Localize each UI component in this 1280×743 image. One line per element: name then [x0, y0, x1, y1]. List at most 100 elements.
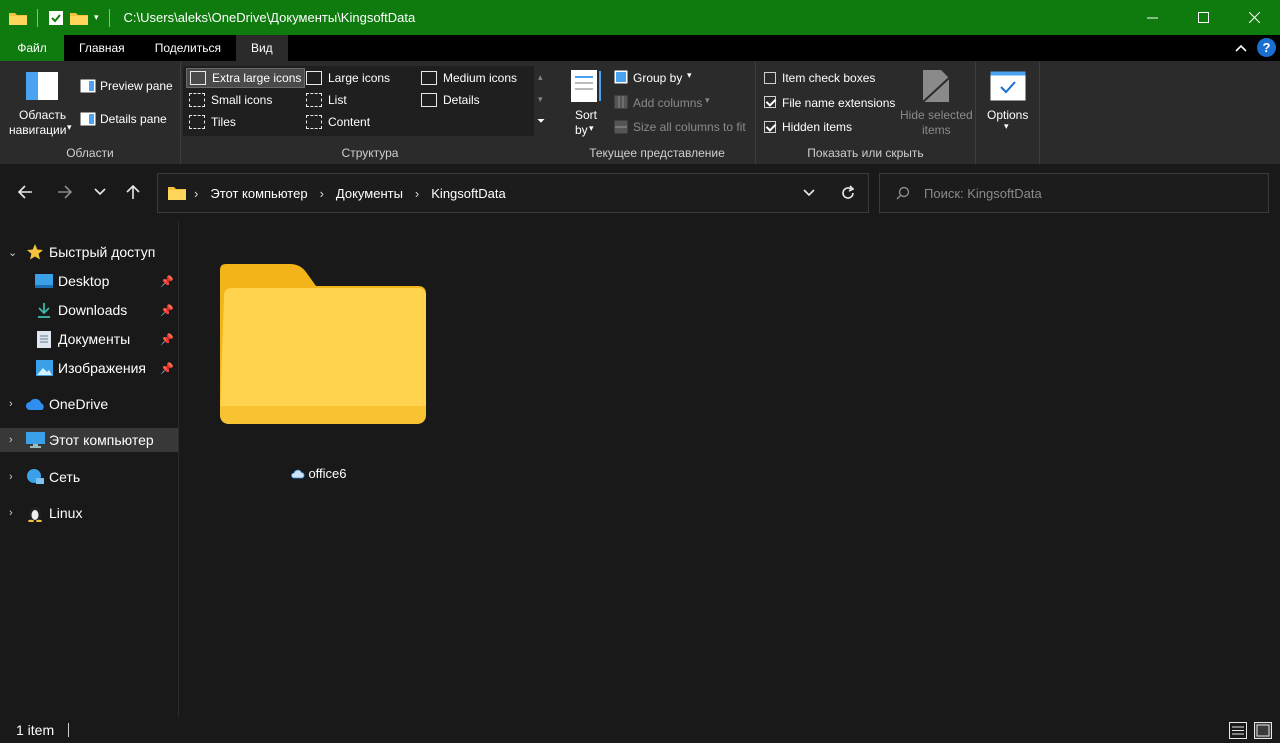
address-dropdown-icon[interactable] — [803, 189, 815, 197]
properties-icon[interactable] — [48, 10, 64, 26]
help-icon[interactable]: ? — [1257, 38, 1276, 57]
tab-view[interactable]: Вид — [235, 35, 288, 61]
options-button[interactable]: Options — [987, 108, 1028, 122]
pin-icon[interactable]: 📌 — [160, 275, 174, 288]
pin-icon[interactable]: 📌 — [160, 362, 174, 375]
navigation-bar: › Этот компьютер › Документы › KingsoftD… — [0, 164, 1280, 222]
nav-pane-label-2[interactable]: навигации — [9, 123, 66, 137]
layout-content[interactable]: Content — [303, 112, 373, 132]
gallery-more-icon[interactable]: ⏷ — [537, 116, 545, 127]
chevron-down-icon: ▾ — [687, 70, 692, 80]
breadcrumb-documents[interactable]: Документы — [336, 186, 403, 201]
window-controls — [1127, 0, 1280, 35]
refresh-icon[interactable] — [840, 185, 856, 201]
layout-list[interactable]: List — [303, 90, 350, 110]
list-item[interactable]: office6 — [214, 252, 426, 482]
hidden-items-label[interactable]: Hidden items — [782, 120, 852, 134]
sidebar-label: Изображения — [58, 360, 146, 376]
star-icon — [27, 244, 43, 260]
maximize-icon — [1198, 12, 1209, 23]
ribbon: Область навигации ▾ Preview pane Details… — [0, 61, 1280, 164]
gallery-down-icon[interactable]: ▾ — [538, 94, 543, 105]
sidebar-item-desktop[interactable]: Desktop 📌 — [0, 269, 178, 293]
breadcrumb-separator[interactable]: › — [415, 186, 419, 201]
close-button[interactable] — [1229, 0, 1280, 35]
small-icons-icon — [189, 93, 205, 107]
sidebar-label: Этот компьютер — [49, 432, 154, 448]
navigation-pane-icon[interactable] — [25, 71, 59, 101]
tab-file[interactable]: Файл — [0, 35, 64, 61]
nav-pane-label[interactable]: Область — [19, 108, 66, 122]
sidebar-item-linux[interactable]: › Linux — [0, 501, 178, 525]
file-name-extensions-label[interactable]: File name extensions — [782, 96, 895, 110]
up-icon[interactable] — [125, 184, 141, 200]
layout-details[interactable]: Details — [418, 90, 483, 110]
title-bar: ▾ C:\Users\aleks\OneDrive\Документы\King… — [0, 0, 1280, 35]
layout-tiles[interactable]: Tiles — [186, 112, 239, 132]
address-bar[interactable]: › Этот компьютер › Документы › KingsoftD… — [157, 173, 869, 213]
details-view-icon[interactable] — [1229, 722, 1247, 739]
item-check-boxes-label[interactable]: Item check boxes — [782, 71, 875, 85]
sort-by-label-2[interactable]: by — [575, 123, 588, 137]
group-by-button[interactable]: Group by — [633, 71, 682, 85]
add-columns-icon — [614, 95, 628, 109]
desktop-icon — [35, 274, 53, 288]
pin-icon[interactable]: 📌 — [160, 304, 174, 317]
layout-extra-large-icons[interactable]: Extra large icons — [186, 68, 306, 88]
details-pane-button[interactable]: Details pane — [100, 112, 167, 126]
sort-by-label[interactable]: Sort — [575, 108, 597, 122]
hidden-items-checkbox[interactable] — [764, 121, 776, 133]
breadcrumb-separator[interactable]: › — [194, 186, 198, 201]
hide-selected-label-2[interactable]: items — [922, 123, 951, 137]
tab-share[interactable]: Поделиться — [140, 35, 236, 61]
sidebar-item-pictures[interactable]: Изображения 📌 — [0, 356, 178, 380]
sidebar-item-this-pc[interactable]: › Этот компьютер — [0, 428, 178, 452]
sidebar-item-documents[interactable]: Документы 📌 — [0, 327, 178, 351]
sidebar-item-quick-access[interactable]: ⌄ Быстрый доступ — [0, 240, 178, 264]
hide-selected-label[interactable]: Hide selected — [900, 108, 973, 122]
forward-icon[interactable] — [57, 184, 73, 200]
gallery-up-icon[interactable]: ▴ — [538, 72, 543, 83]
layout-small-icons[interactable]: Small icons — [186, 90, 275, 110]
large-icons-view-icon[interactable] — [1254, 722, 1272, 739]
collapse-ribbon-icon[interactable] — [1235, 44, 1247, 52]
search-box[interactable]: Поиск: KingsoftData — [879, 173, 1269, 213]
add-columns-button[interactable]: Add columns — [633, 96, 702, 110]
network-icon — [27, 469, 44, 484]
chevron-right-icon[interactable]: › — [9, 507, 13, 519]
medium-icons-icon — [421, 71, 437, 85]
customize-toolbar-icon[interactable]: ▾ — [94, 12, 99, 23]
onedrive-icon — [26, 398, 44, 410]
preview-pane-button[interactable]: Preview pane — [100, 79, 173, 93]
chevron-right-icon[interactable]: › — [9, 434, 13, 446]
layout-large-icons[interactable]: Large icons — [303, 68, 393, 88]
sidebar-label: Документы — [58, 331, 131, 347]
chevron-down-icon[interactable]: ⌄ — [8, 246, 17, 259]
maximize-button[interactable] — [1178, 0, 1229, 35]
breadcrumb-this-pc[interactable]: Этот компьютер — [210, 186, 307, 201]
chevron-right-icon[interactable]: › — [9, 398, 13, 410]
show-hide-group: Item check boxes File name extensions Hi… — [756, 61, 976, 164]
sidebar-item-onedrive[interactable]: › OneDrive — [0, 392, 178, 416]
file-name-extensions-checkbox[interactable] — [764, 96, 776, 108]
sort-icon[interactable] — [570, 69, 602, 103]
new-folder-icon[interactable] — [70, 11, 88, 25]
sidebar-item-network[interactable]: › Сеть — [0, 465, 178, 489]
pin-icon[interactable]: 📌 — [160, 333, 174, 346]
hide-selected-icon[interactable] — [922, 69, 950, 103]
minimize-button[interactable] — [1127, 0, 1178, 35]
options-icon[interactable] — [990, 71, 1026, 101]
search-placeholder[interactable]: Поиск: KingsoftData — [924, 186, 1042, 201]
layout-medium-icons[interactable]: Medium icons — [418, 68, 520, 88]
breadcrumb-separator[interactable]: › — [320, 186, 324, 201]
file-list: office6 — [180, 222, 1280, 717]
item-check-boxes-checkbox[interactable] — [764, 72, 776, 84]
breadcrumb-kingsoftdata[interactable]: KingsoftData — [431, 186, 505, 201]
recent-locations-icon[interactable] — [94, 188, 106, 196]
chevron-right-icon[interactable]: › — [9, 471, 13, 483]
sidebar-item-downloads[interactable]: Downloads 📌 — [0, 298, 178, 322]
close-icon — [1249, 12, 1260, 23]
tab-home[interactable]: Главная — [64, 35, 140, 61]
size-columns-button[interactable]: Size all columns to fit — [633, 120, 746, 134]
back-icon[interactable] — [17, 184, 33, 200]
